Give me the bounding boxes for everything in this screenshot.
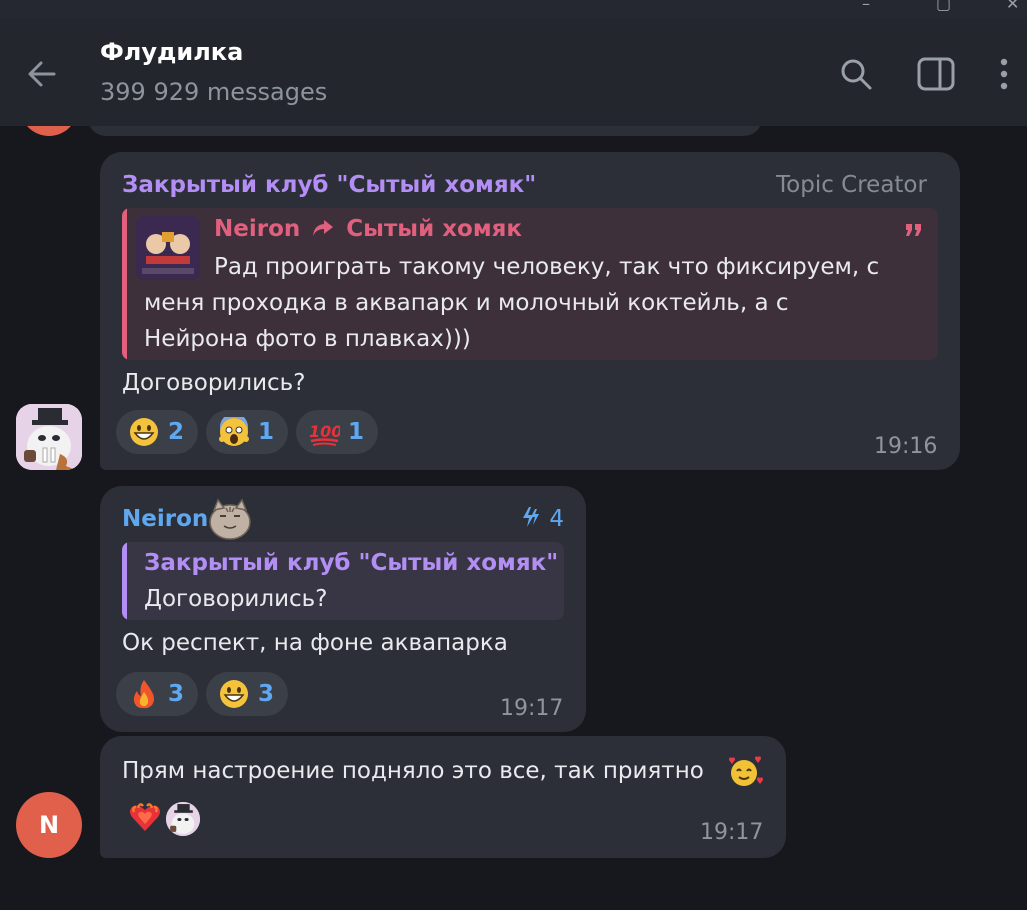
more-options-button[interactable] (986, 54, 1022, 94)
message-text: Прям настроение подняло это все, так при… (122, 758, 704, 784)
quote-bar (122, 208, 127, 360)
reaction-grinning[interactable]: 3 (206, 672, 288, 716)
topic-creator-badge: Topic Creator (776, 172, 927, 198)
forward-arrow-icon (313, 220, 334, 236)
close-icon[interactable]: ✕ (1006, 0, 1019, 13)
sender-avatar-hamster-club[interactable] (16, 404, 82, 470)
cat-emoji-status-icon (208, 498, 252, 540)
quote-line: Нейрона фото в плавках))) (144, 326, 471, 352)
quote-author: Neiron Сытый хомяк (214, 216, 522, 242)
reaction-count: 1 (258, 419, 275, 445)
reaction-screaming[interactable]: 1 (206, 410, 288, 454)
quote-mark-icon (906, 224, 921, 236)
quote-bar (122, 542, 127, 620)
chat-header: Флудилка 399 929 messages (0, 18, 1027, 126)
message-bubble[interactable]: Прям настроение подняло это все, так при… (100, 736, 786, 858)
search-button[interactable] (836, 54, 876, 94)
avatar-letter: N (38, 811, 60, 839)
heart-on-fire-icon[interactable] (128, 800, 162, 834)
message-text: Договорились? (122, 370, 306, 396)
chat-title[interactable]: Флудилка (100, 38, 243, 66)
screaming-face-icon (218, 416, 250, 448)
kebab-menu-icon (1000, 58, 1008, 90)
message-bubble[interactable]: Neiron 4 Закрытый клуб "Сытый хомяк" Дог… (100, 486, 586, 732)
window-strip: – ▢ ✕ (0, 0, 1027, 18)
grinning-face-icon (218, 678, 250, 710)
reaction-grinning[interactable]: 2 (116, 410, 198, 454)
reply-quote[interactable]: Neiron Сытый хомяк Рад проиграть такому … (122, 208, 938, 360)
quote-line: Рад проиграть такому человеку, так что ф… (214, 254, 880, 280)
message-bubble[interactable]: Закрытый клуб "Сытый хомяк" Topic Creato… (100, 152, 960, 470)
maximize-icon[interactable]: ▢ (936, 0, 951, 13)
boost-count: 4 (549, 506, 564, 532)
reaction-fire[interactable]: 3 (116, 672, 198, 716)
reply-quote[interactable]: Закрытый клуб "Сытый хомяк" Договорились… (122, 542, 564, 620)
quote-forward-target: Сытый хомяк (346, 216, 523, 242)
walrus-tophat-avatar-icon (16, 404, 82, 470)
back-button[interactable] (20, 52, 64, 96)
grinning-face-icon (128, 416, 160, 448)
hearts-smiley-icon (724, 754, 764, 788)
reaction-count: 2 (168, 419, 185, 445)
quote-line: меня проходка в аквапарк и молочный кокт… (144, 290, 789, 316)
boost-indicator: 4 (520, 506, 564, 532)
search-icon (841, 59, 872, 90)
hamster-picture-icon (136, 216, 200, 280)
sender-avatar-n[interactable]: N (16, 792, 82, 858)
sidebar-toggle-button[interactable] (916, 54, 956, 94)
reaction-hundred[interactable]: 100 1 (296, 410, 378, 454)
boost-lightning-icon (523, 507, 539, 527)
message-count: 399 929 messages (100, 78, 328, 106)
sender-name[interactable]: Neiron (122, 506, 208, 532)
reaction-count: 1 (348, 419, 365, 445)
quote-author-name: Neiron (214, 216, 301, 242)
message-time: 19:17 (500, 696, 564, 721)
minimize-icon[interactable]: – (862, 0, 870, 13)
sidebar-panel-icon (917, 57, 955, 91)
svg-text:100: 100 (309, 422, 340, 441)
hundred-points-icon: 100 (308, 416, 340, 448)
walrus-tophat-avatar-icon (166, 802, 200, 836)
sender-name[interactable]: Закрытый клуб "Сытый хомяк" (122, 172, 536, 198)
fire-icon (128, 678, 160, 710)
arrow-left-icon (28, 61, 56, 87)
reactor-avatar[interactable] (164, 800, 202, 838)
message-text: Ок респект, на фоне аквапарка (122, 630, 508, 656)
reaction-count: 3 (168, 681, 185, 707)
reaction-count: 3 (258, 681, 275, 707)
quote-author: Закрытый клуб "Сытый хомяк" (144, 550, 559, 576)
message-time: 19:17 (700, 820, 764, 845)
message-time: 19:16 (874, 434, 938, 459)
quote-line: Договорились? (144, 586, 328, 612)
quote-thumbnail (136, 216, 200, 280)
